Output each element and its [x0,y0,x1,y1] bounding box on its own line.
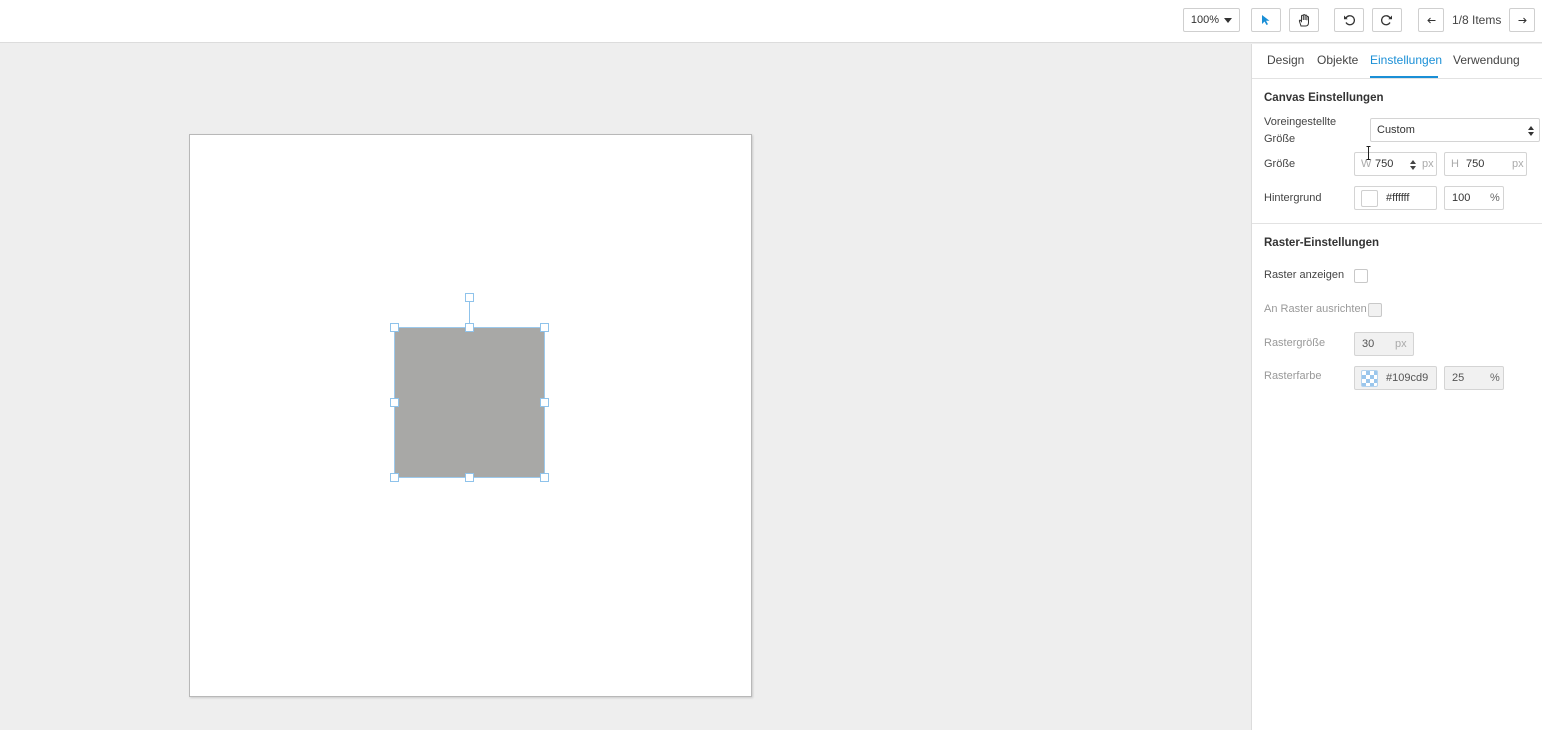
items-counter: 1/8 Items [1452,13,1502,27]
grid-opacity-input[interactable]: 25 % [1444,366,1504,390]
top-toolbar: 100% 1/8 Items [0,0,1542,43]
pan-tool-button[interactable] [1289,8,1319,32]
grid-color-swatch[interactable] [1361,370,1378,387]
background-opacity-unit: % [1490,192,1500,204]
tab-einstellungen[interactable]: Einstellungen [1370,53,1442,67]
resize-handle-bottom-left[interactable] [390,473,399,482]
background-opacity-value: 100 [1452,192,1471,204]
width-value: 750 [1375,158,1394,170]
redo-icon [1381,15,1392,26]
text-cursor-icon [1366,146,1371,160]
select-arrows-icon [1528,126,1534,136]
undo-icon [1344,15,1355,26]
grid-color-value: #109cd9 [1386,372,1429,384]
pointer-icon [1262,15,1270,25]
arrow-right-icon [1518,17,1527,23]
background-color-value: #ffffff [1386,192,1410,204]
previous-item-button[interactable] [1418,8,1444,32]
resize-handle-top-right[interactable] [540,323,549,332]
resize-handle-right[interactable] [540,398,549,407]
width-unit: px [1422,158,1434,170]
grid-size-unit: px [1395,338,1407,350]
resize-handle-bottom-right[interactable] [540,473,549,482]
settings-panel: Design Objekte Einstellungen Verwendung … [1251,44,1542,730]
section-divider [1252,223,1542,224]
grid-opacity-value: 25 [1452,372,1465,384]
snap-to-grid-checkbox[interactable] [1368,303,1382,317]
background-label: Hintergrund [1264,192,1322,204]
select-tool-button[interactable] [1251,8,1281,32]
grid-size-value: 30 [1362,338,1375,350]
width-stepper-icon[interactable] [1410,160,1416,170]
active-tab-indicator [1370,76,1438,78]
caret-down-icon [1224,17,1233,23]
grid-size-input[interactable]: 30 px [1354,332,1414,356]
resize-handle-top-left[interactable] [390,323,399,332]
grid-settings-title: Raster-Einstellungen [1264,237,1380,249]
canvas-settings-title: Canvas Einstellungen [1264,92,1384,104]
resize-handle-bottom[interactable] [465,473,474,482]
rotate-handle[interactable] [465,293,474,302]
show-grid-label: Raster anzeigen [1264,269,1345,281]
zoom-select[interactable]: 100% [1183,8,1240,32]
background-color-input[interactable]: #ffffff [1354,186,1437,210]
background-color-swatch[interactable] [1361,190,1378,207]
size-label: Größe [1264,158,1296,170]
grid-color-label: Rasterfarbe [1264,370,1322,382]
preset-size-label-line1: Voreingestellte [1264,116,1337,128]
resize-handle-top[interactable] [465,323,474,332]
undo-button[interactable] [1334,8,1364,32]
redo-button[interactable] [1372,8,1402,32]
next-item-button[interactable] [1509,8,1535,32]
grid-opacity-unit: % [1490,372,1500,384]
grid-size-label: Rastergröße [1264,337,1326,349]
height-unit: px [1512,158,1524,170]
rectangle-shape[interactable] [394,327,545,478]
zoom-value: 100% [1190,14,1220,26]
background-opacity-input[interactable]: 100 % [1444,186,1504,210]
preset-size-label-line2: Größe [1264,133,1296,145]
hand-icon [1298,13,1309,26]
show-grid-checkbox[interactable] [1354,269,1368,283]
preset-size-value: Custom [1377,124,1415,136]
height-input[interactable]: H 750 px [1444,152,1527,176]
tab-objekte[interactable]: Objekte [1317,53,1358,67]
grid-color-input[interactable]: #109cd9 [1354,366,1437,390]
panel-tabs: Design Objekte Einstellungen Verwendung [1252,44,1542,79]
arrow-left-icon [1426,17,1435,23]
resize-handle-left[interactable] [390,398,399,407]
snap-to-grid-label: An Raster ausrichten [1264,303,1367,315]
preset-size-select[interactable]: Custom [1370,118,1540,142]
tab-design[interactable]: Design [1267,53,1304,67]
height-prefix: H [1451,158,1459,170]
tab-verwendung[interactable]: Verwendung [1453,53,1520,67]
height-value: 750 [1466,158,1485,170]
